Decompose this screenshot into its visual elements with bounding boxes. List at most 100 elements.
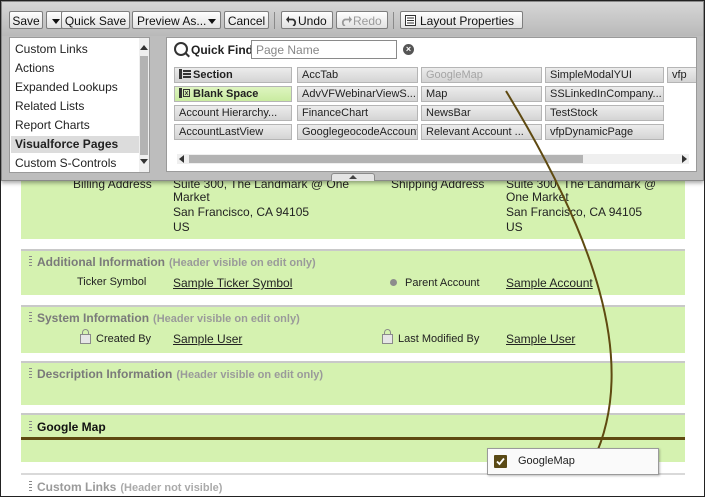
section-icon [179, 69, 191, 79]
section-note: (Header visible on edit only) [153, 313, 300, 325]
category-report-charts[interactable]: Report Charts [15, 118, 135, 132]
save-button[interactable]: Save [9, 11, 43, 29]
undo-icon [286, 16, 297, 27]
section-title: System Information [37, 311, 150, 325]
shipping-address-line-4: US [506, 220, 523, 234]
dragged-item-label: GoogleMap [518, 455, 575, 467]
layout-properties-label: Layout Properties [420, 14, 515, 28]
scroll-up-icon[interactable] [140, 45, 148, 50]
palette-item-simplemodalyui[interactable]: SimpleModalYUI [545, 67, 664, 83]
drag-handle-icon[interactable] [29, 368, 32, 379]
field-palette: Save Quick Save Preview As... Cancel Und… [1, 1, 704, 181]
palette-item-googlegeocodeaccount[interactable]: GooglegeocodeAccount [297, 124, 418, 140]
ticker-symbol-label: Ticker Symbol [77, 276, 147, 288]
drag-handle-icon[interactable] [29, 256, 32, 267]
checkbox-checked-icon [494, 455, 507, 468]
category-scrollbar[interactable] [139, 38, 149, 172]
section-title: Additional Information [37, 255, 165, 269]
created-by-label: Created By [96, 333, 152, 345]
parent-account-label: Parent Account [405, 277, 480, 289]
redo-label: Redo [353, 14, 382, 28]
palette-item-newsbar[interactable]: NewsBar [421, 105, 542, 121]
toolbar-divider [274, 12, 275, 29]
last-modified-by-field[interactable]: Sample User [506, 332, 575, 346]
quick-save-button[interactable]: Quick Save [61, 11, 130, 29]
category-custom-links[interactable]: Custom Links [15, 42, 135, 56]
clear-search-icon[interactable]: × [403, 44, 414, 55]
description-information-section[interactable]: Description Information (Header visible o… [21, 361, 685, 405]
scroll-thumb[interactable] [189, 155, 583, 163]
section-note: (Header visible on edit only) [169, 257, 316, 269]
palette-item-advvfwebinarviews[interactable]: AdvVFWebinarViewS... [297, 86, 418, 102]
palette-collapse-handle[interactable] [331, 173, 375, 181]
category-actions[interactable]: Actions [15, 61, 135, 75]
drag-handle-icon[interactable] [29, 481, 32, 492]
shipping-address-line-3: San Francisco, CA 94105 [506, 205, 643, 219]
chevron-down-icon [51, 19, 60, 24]
redo-icon [341, 16, 352, 27]
palette-item-map[interactable]: Map [421, 86, 542, 102]
section-title: Description Information [37, 367, 173, 381]
properties-icon [405, 15, 416, 26]
category-expanded-lookups[interactable]: Expanded Lookups [15, 80, 135, 94]
category-custom-s-controls[interactable]: Custom S-Controls [15, 156, 135, 170]
items-horizontal-scrollbar[interactable] [177, 154, 689, 164]
billing-address-line-4: US [173, 220, 190, 234]
preview-as-label: Preview As... [137, 14, 207, 28]
section-title: Custom Links [37, 480, 117, 494]
scroll-down-icon[interactable] [140, 159, 148, 164]
palette-item-acctab[interactable]: AccTab [297, 67, 418, 83]
system-information-section[interactable]: System Information (Header visible on edi… [21, 305, 685, 353]
layout-properties-button[interactable]: Layout Properties [400, 11, 523, 29]
palette-item-label: Section [193, 69, 233, 81]
palette-item-vfpdynamicpage[interactable]: vfpDynamicPage [545, 124, 664, 140]
scroll-right-icon[interactable] [682, 155, 687, 163]
billing-address-line-2: Market [173, 190, 210, 204]
section-note: (Header not visible) [120, 482, 223, 494]
drag-handle-icon[interactable] [29, 421, 32, 432]
custom-links-section[interactable]: Custom Links (Header not visible) [21, 473, 685, 496]
chevron-down-icon [208, 19, 217, 24]
palette-item-teststock[interactable]: TestStock [545, 105, 664, 121]
category-visualforce-pages[interactable]: Visualforce Pages [15, 137, 135, 151]
palette-item-accountlastview[interactable]: AccountLastView [174, 124, 292, 140]
scroll-left-icon[interactable] [179, 155, 184, 163]
palette-item-account-hierarchy[interactable]: Account Hierarchy... [174, 105, 292, 121]
palette-item-blank-space[interactable]: Blank Space [174, 86, 292, 102]
palette-item-section[interactable]: Section [174, 67, 292, 83]
drag-handle-icon[interactable] [29, 312, 32, 323]
billing-address-line-3: San Francisco, CA 94105 [173, 205, 310, 219]
quick-find-label: Quick Find [191, 43, 254, 57]
quick-find-input[interactable] [251, 40, 397, 59]
section-note: (Header visible on edit only) [176, 369, 324, 381]
shipping-address-line-2: One Market [506, 190, 569, 204]
created-by-field[interactable]: Sample User [173, 332, 242, 346]
scroll-thumb[interactable] [140, 56, 148, 155]
search-icon [174, 42, 188, 56]
parent-account-field[interactable]: Sample Account [506, 276, 593, 290]
palette-item-relevant-account[interactable]: Relevant Account ... [421, 124, 542, 140]
palette-item-label: Blank Space [193, 88, 259, 100]
palette-item-googlemap[interactable]: GoogleMap [421, 67, 542, 83]
google-map-section[interactable]: Google Map [21, 413, 685, 439]
lock-icon [80, 329, 91, 344]
palette-item-sslinkedincompany[interactable]: SSLinkedInCompany... [545, 86, 664, 102]
undo-button[interactable]: Undo [281, 11, 333, 29]
undo-label: Undo [298, 14, 327, 28]
blank-space-icon [179, 88, 190, 98]
dragged-item-googlemap[interactable]: GoogleMap [487, 448, 659, 475]
toolbar-divider [393, 12, 394, 29]
redo-button[interactable]: Redo [336, 11, 388, 29]
section-title: Google Map [37, 420, 106, 434]
last-modified-by-label: Last Modified By [398, 333, 480, 345]
palette-items-panel: Quick Find × Section AccTab GoogleMap Si… [166, 37, 697, 172]
ticker-symbol-field[interactable]: Sample Ticker Symbol [173, 276, 292, 290]
preview-as-button[interactable]: Preview As... [132, 11, 221, 29]
category-related-lists[interactable]: Related Lists [15, 99, 135, 113]
lock-icon [382, 329, 393, 344]
required-dot-icon [390, 279, 397, 286]
page-layout-editor: Billing Address Suite 300, The Landmark … [0, 0, 705, 497]
palette-item-financechart[interactable]: FinanceChart [297, 105, 418, 121]
palette-item-vfp[interactable]: vfp [667, 67, 696, 83]
cancel-button[interactable]: Cancel [224, 11, 269, 29]
